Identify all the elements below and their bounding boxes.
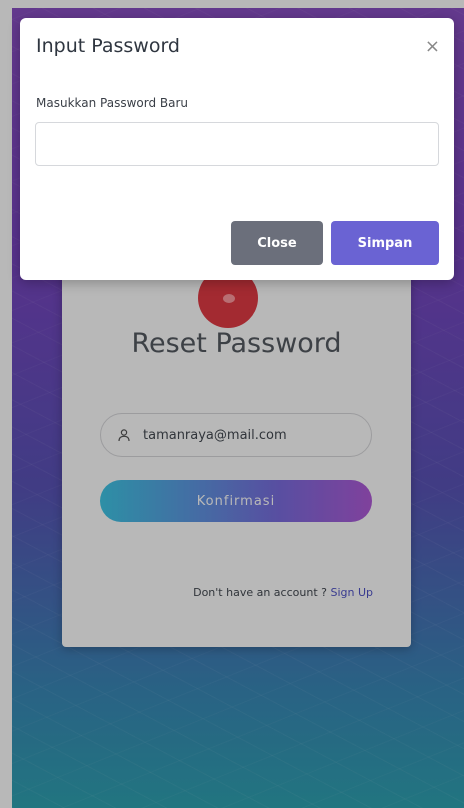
save-button[interactable]: Simpan xyxy=(331,221,439,265)
modal-title: Input Password xyxy=(36,35,180,57)
close-button[interactable]: Close xyxy=(231,221,323,265)
close-icon[interactable]: × xyxy=(425,36,440,57)
input-password-modal: Input Password × Masukkan Password Baru … xyxy=(20,18,454,280)
password-field-label: Masukkan Password Baru xyxy=(36,96,189,110)
new-password-input[interactable] xyxy=(35,122,439,166)
